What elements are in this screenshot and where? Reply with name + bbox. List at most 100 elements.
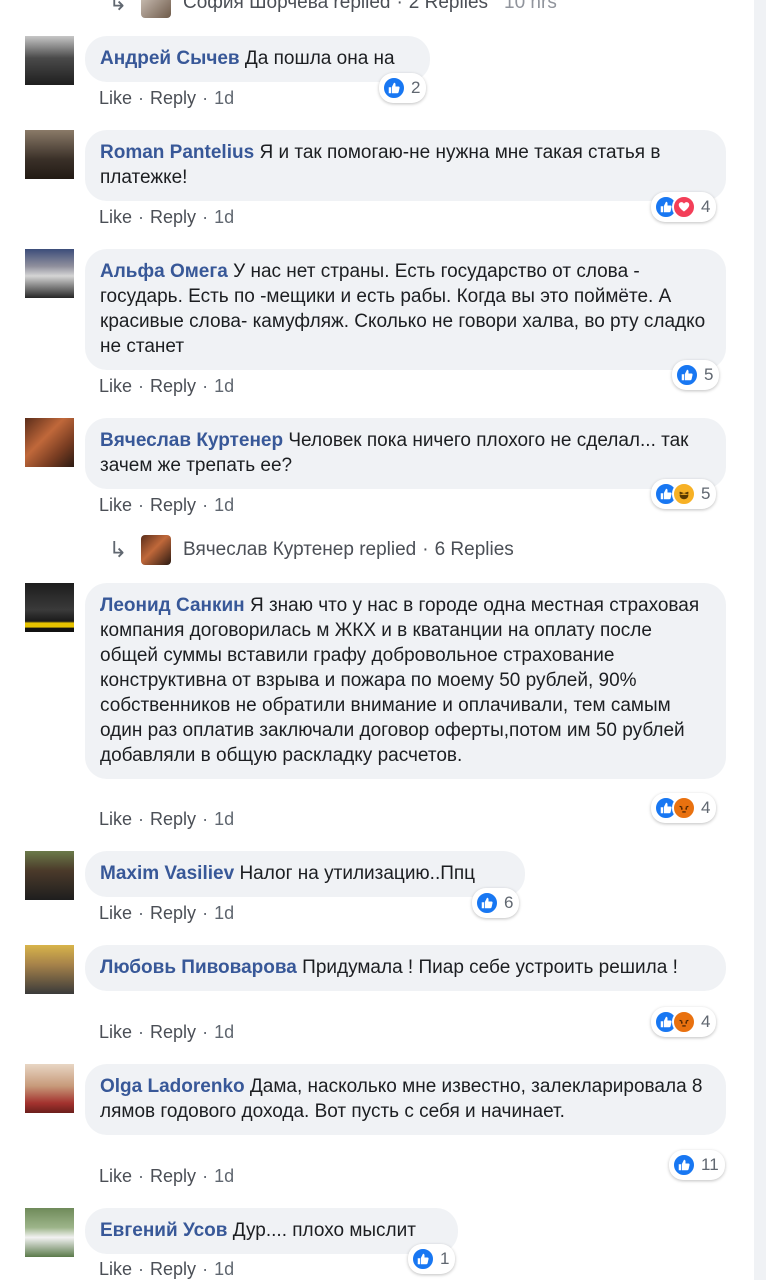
reply-count: 6 Replies <box>434 539 514 560</box>
scroll-edge <box>754 0 766 1280</box>
like-button[interactable]: Like <box>99 1022 132 1042</box>
comment-text: Дур.... плохо мыслит <box>232 1220 416 1241</box>
comment-actions: Like · Reply · 1d <box>99 1166 234 1187</box>
like-button[interactable]: Like <box>99 495 132 515</box>
comment-time[interactable]: 1d <box>214 495 234 515</box>
comment-time[interactable]: 1d <box>214 376 234 396</box>
reaction-count: 1 <box>440 1249 450 1268</box>
avatar[interactable] <box>25 1064 74 1113</box>
comment-time[interactable]: 1d <box>214 1259 234 1279</box>
reaction-count: 5 <box>704 365 714 384</box>
comment-author[interactable]: Olga Ladorenko <box>100 1076 245 1097</box>
separator: · <box>202 88 209 108</box>
reply-author: София Шорчева replied <box>183 0 391 13</box>
like-button[interactable]: Like <box>99 809 132 829</box>
avatar[interactable] <box>25 130 74 179</box>
avatar[interactable] <box>25 418 74 467</box>
reply-count: 2 Replies <box>408 0 489 13</box>
avatar[interactable] <box>25 851 74 900</box>
comment-time[interactable]: 1d <box>214 88 234 108</box>
reaction-count: 4 <box>701 197 711 216</box>
avatar[interactable] <box>25 1208 74 1257</box>
separator: · <box>202 1259 209 1279</box>
comment-actions: Like · Reply · 1d <box>99 1022 234 1043</box>
like-reaction-icon <box>672 1153 696 1177</box>
reaction-summary[interactable]: 4 <box>651 192 717 222</box>
reaction-summary[interactable]: 11 <box>669 1150 725 1180</box>
reply-button[interactable]: Reply <box>150 88 196 108</box>
like-button[interactable]: Like <box>99 903 132 923</box>
like-reaction-icon <box>675 363 699 387</box>
separator: · <box>138 903 145 923</box>
reply-button[interactable]: Reply <box>150 1259 196 1279</box>
reply-button[interactable]: Reply <box>150 1166 196 1186</box>
separator: · <box>422 539 429 560</box>
reaction-summary[interactable]: 2 <box>379 73 427 103</box>
comment-author[interactable]: Любовь Пивоварова <box>100 957 297 978</box>
comment-time[interactable]: 1d <box>214 903 234 923</box>
separator: · <box>138 809 145 829</box>
separator: · <box>138 88 145 108</box>
comment-author[interactable]: Леонид Санкин <box>100 595 245 616</box>
avatar[interactable] <box>25 583 74 632</box>
reaction-summary[interactable]: 4 <box>651 793 717 823</box>
like-reaction-icon <box>382 76 406 100</box>
like-reaction-icon <box>411 1247 435 1271</box>
comment-time[interactable]: 1d <box>214 809 234 829</box>
comment-time[interactable]: 1d <box>214 1166 234 1186</box>
reaction-summary[interactable]: 5 <box>672 360 720 390</box>
separator: · <box>138 376 145 396</box>
separator: · <box>202 1022 209 1042</box>
comment-bubble: Любовь Пивоварова Придумала ! Пиар себе … <box>85 945 726 991</box>
like-button[interactable]: Like <box>99 1166 132 1186</box>
separator: · <box>138 1259 145 1279</box>
avatar <box>141 535 171 565</box>
love-reaction-icon <box>672 195 696 219</box>
reaction-summary[interactable]: 1 <box>408 1244 456 1274</box>
like-reaction-icon <box>475 891 499 915</box>
avatar[interactable] <box>25 249 74 298</box>
like-button[interactable]: Like <box>99 376 132 396</box>
haha-reaction-icon <box>672 482 696 506</box>
separator: · <box>396 0 403 13</box>
reply-button[interactable]: Reply <box>150 1022 196 1042</box>
separator: · <box>138 1022 145 1042</box>
reaction-count: 11 <box>701 1155 719 1174</box>
comment-bubble: Maxim Vasiliev Налог на утилизацию..Ппц <box>85 851 525 897</box>
comment-author[interactable]: Андрей Сычев <box>100 48 240 69</box>
like-button[interactable]: Like <box>99 207 132 227</box>
reply-button[interactable]: Reply <box>150 376 196 396</box>
reaction-count: 4 <box>701 798 711 817</box>
replies-link[interactable]: ↳ София Шорчева replied · 2 Replies 10 h… <box>105 0 557 18</box>
reaction-count: 4 <box>701 1012 711 1031</box>
comment-bubble: Вячеслав Куртенер Человек пока ничего пл… <box>85 418 726 489</box>
separator: · <box>202 207 209 227</box>
avatar[interactable] <box>25 36 74 85</box>
reply-button[interactable]: Reply <box>150 903 196 923</box>
replies-link[interactable]: ↳ Вячеслав Куртенер replied · 6 Replies <box>105 535 514 565</box>
reaction-summary[interactable]: 5 <box>651 479 717 509</box>
comment-author[interactable]: Альфа Омега <box>100 261 228 282</box>
like-button[interactable]: Like <box>99 88 132 108</box>
comment-text: Налог на утилизацию..Ппц <box>239 863 476 884</box>
reaction-summary[interactable]: 4 <box>651 1007 717 1037</box>
reply-button[interactable]: Reply <box>150 495 196 515</box>
comment-text: Придумала ! Пиар себе устроить решила ! <box>302 957 678 978</box>
reaction-summary[interactable]: 6 <box>472 888 520 918</box>
reply-button[interactable]: Reply <box>150 809 196 829</box>
avatar[interactable] <box>25 945 74 994</box>
comment-bubble: Roman Pantelius Я и так помогаю-не нужна… <box>85 130 726 201</box>
comment-actions: Like · Reply · 1d <box>99 88 234 109</box>
comment-time[interactable]: 1d <box>214 207 234 227</box>
comment-author[interactable]: Евгений Усов <box>100 1220 227 1241</box>
like-button[interactable]: Like <box>99 1259 132 1279</box>
comment-author[interactable]: Вячеслав Куртенер <box>100 430 283 451</box>
reply-author: Вячеслав Куртенер replied <box>183 539 417 560</box>
comment-bubble: Евгений Усов Дур.... плохо мыслит <box>85 1208 458 1254</box>
comment-time[interactable]: 1d <box>214 1022 234 1042</box>
comment-bubble: Андрей Сычев Да пошла она на <box>85 36 430 82</box>
comment-actions: Like · Reply · 1d <box>99 809 234 830</box>
reply-button[interactable]: Reply <box>150 207 196 227</box>
comment-author[interactable]: Maxim Vasiliev <box>100 863 234 884</box>
comment-author[interactable]: Roman Pantelius <box>100 142 254 163</box>
